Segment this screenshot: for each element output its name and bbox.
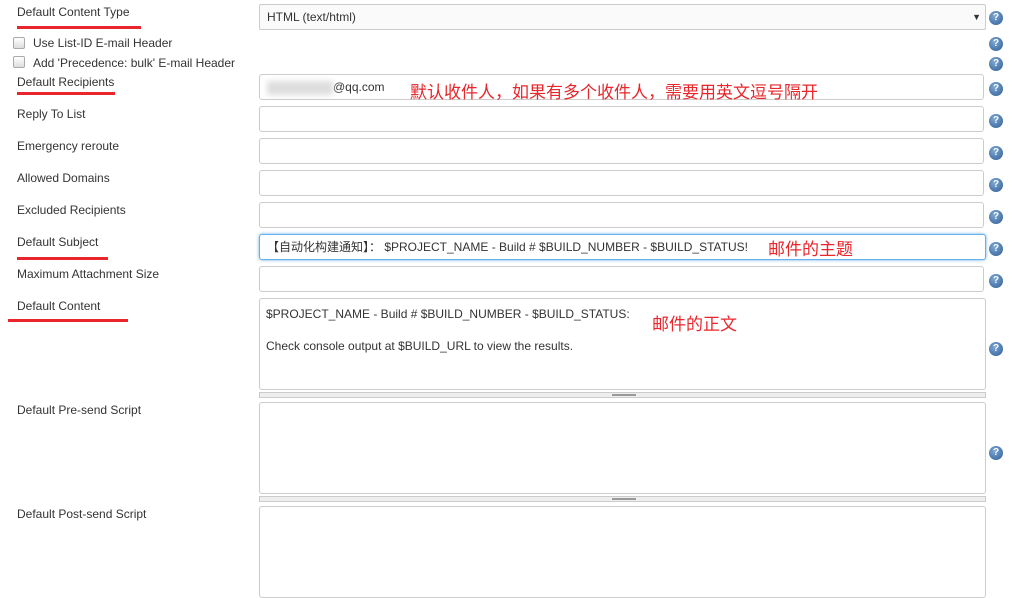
help-icon[interactable]: ? [989, 82, 1003, 96]
subject-input[interactable]: 【自动化构建通知】： $PROJECT_NAME - Build # $BUIL… [259, 234, 986, 260]
content-label: Default Content [17, 299, 101, 313]
help-icon[interactable]: ? [989, 37, 1003, 51]
annotation-underline [17, 92, 115, 95]
resize-grip[interactable] [259, 392, 986, 398]
help-icon[interactable]: ? [989, 210, 1003, 224]
annotation-underline [17, 26, 141, 29]
content-annotation: 邮件的正文 [652, 315, 737, 335]
reply-to-input[interactable] [259, 106, 984, 132]
content-type-value: HTML (text/html) [267, 10, 356, 24]
max-attachment-label: Maximum Attachment Size [17, 267, 160, 281]
excluded-recipients-label: Excluded Recipients [17, 203, 126, 217]
reply-to-label: Reply To List [17, 107, 86, 121]
content-textarea[interactable]: $PROJECT_NAME - Build # $BUILD_NUMBER - … [259, 298, 986, 390]
list-id-checkbox[interactable] [13, 37, 25, 49]
max-attachment-input[interactable] [259, 266, 984, 292]
redacted-email [267, 80, 333, 95]
email-domain: @qq.com [333, 80, 385, 94]
help-icon[interactable]: ? [989, 114, 1003, 128]
content-type-select[interactable]: HTML (text/html) ▼ [259, 4, 986, 30]
precedence-bulk-label: Add 'Precedence: bulk' E-mail Header [33, 56, 236, 70]
annotation-underline [17, 257, 108, 260]
emergency-reroute-input[interactable] [259, 138, 984, 164]
help-icon[interactable]: ? [989, 274, 1003, 288]
postsend-script-textarea[interactable] [259, 506, 986, 598]
recipients-label: Default Recipients [17, 75, 115, 89]
list-id-label: Use List-ID E-mail Header [33, 36, 173, 50]
emergency-reroute-label: Emergency reroute [17, 139, 120, 153]
annotation-underline [8, 319, 128, 322]
precedence-bulk-checkbox[interactable] [13, 56, 25, 68]
chevron-down-icon: ▼ [972, 12, 981, 22]
postsend-script-label: Default Post-send Script [17, 507, 147, 521]
help-icon[interactable]: ? [989, 57, 1003, 71]
help-icon[interactable]: ? [989, 146, 1003, 160]
subject-label: Default Subject [17, 235, 99, 249]
excluded-recipients-input[interactable] [259, 202, 984, 228]
subject-annotation: 邮件的主题 [768, 240, 853, 260]
presend-script-textarea[interactable] [259, 402, 986, 494]
help-icon[interactable]: ? [989, 178, 1003, 192]
recipients-annotation: 默认收件人，如果有多个收件人，需要用英文逗号隔开 [410, 83, 818, 103]
help-icon[interactable]: ? [989, 11, 1003, 25]
allowed-domains-input[interactable] [259, 170, 984, 196]
help-icon[interactable]: ? [989, 446, 1003, 460]
content-type-label: Default Content Type [17, 5, 130, 19]
help-icon[interactable]: ? [989, 342, 1003, 356]
help-icon[interactable]: ? [989, 242, 1003, 256]
presend-script-label: Default Pre-send Script [17, 403, 142, 417]
resize-grip[interactable] [259, 496, 986, 502]
allowed-domains-label: Allowed Domains [17, 171, 110, 185]
